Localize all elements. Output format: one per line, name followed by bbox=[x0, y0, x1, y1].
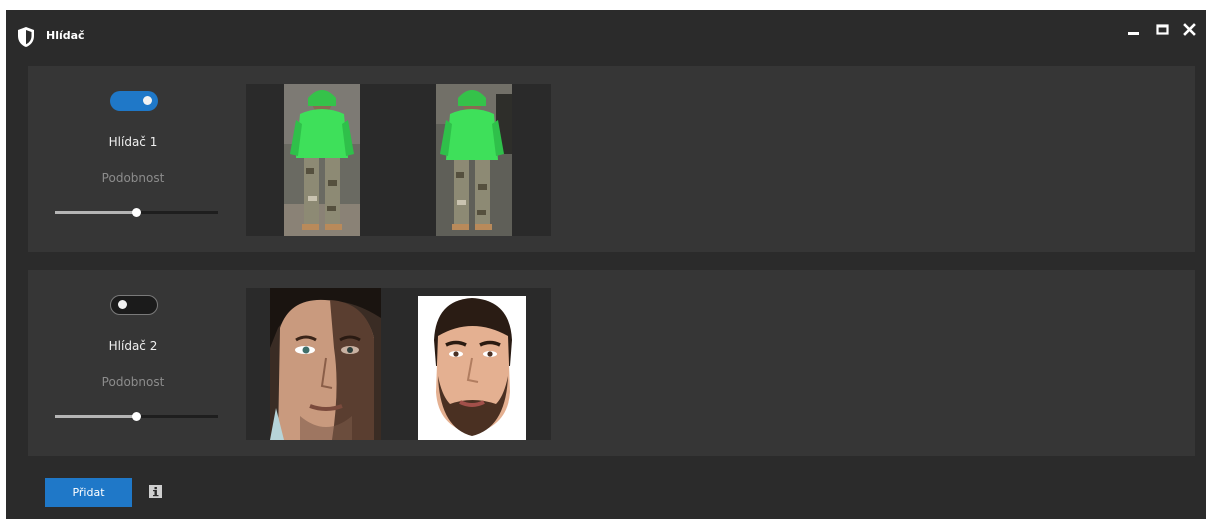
watcher-2-similarity-slider[interactable] bbox=[55, 410, 218, 424]
person-green-hoodie-photo[interactable] bbox=[436, 84, 512, 236]
watcher-panel-1: Hlídač 1 Podobnost bbox=[28, 66, 1195, 252]
toggle-knob bbox=[118, 300, 127, 309]
watcher-2-image-strip bbox=[246, 288, 551, 440]
shield-icon bbox=[18, 27, 34, 47]
app-window: Hlídač Hlídač 1 Podobnost Hlídač 2 Podob… bbox=[6, 10, 1206, 519]
slider-thumb[interactable] bbox=[131, 208, 141, 217]
close-icon[interactable] bbox=[1177, 18, 1201, 42]
face-photo[interactable] bbox=[418, 296, 526, 440]
watcher-1-similarity-slider[interactable] bbox=[55, 206, 218, 220]
maximize-icon[interactable] bbox=[1150, 18, 1174, 42]
slider-thumb[interactable] bbox=[131, 412, 141, 421]
watcher-1-similarity-label: Podobnost bbox=[101, 171, 165, 185]
app-title: Hlídač bbox=[46, 29, 85, 42]
add-button[interactable]: Přidat bbox=[45, 478, 132, 507]
watcher-1-image-strip bbox=[246, 84, 551, 236]
watcher-panel-2: Hlídač 2 Podobnost bbox=[28, 270, 1195, 456]
title-bar: Hlídač bbox=[6, 10, 1206, 58]
watcher-2-name: Hlídač 2 bbox=[108, 339, 158, 353]
person-green-hoodie-photo[interactable] bbox=[284, 84, 360, 236]
face-photo[interactable] bbox=[270, 288, 381, 440]
watcher-2-toggle[interactable] bbox=[110, 295, 158, 315]
slider-fill bbox=[55, 415, 137, 418]
watcher-1-name: Hlídač 1 bbox=[108, 135, 158, 149]
minimize-icon[interactable] bbox=[1121, 18, 1145, 42]
toggle-knob bbox=[143, 96, 152, 105]
watcher-1-toggle[interactable] bbox=[110, 91, 158, 111]
watcher-2-similarity-label: Podobnost bbox=[101, 375, 165, 389]
info-icon[interactable] bbox=[149, 485, 162, 498]
slider-fill bbox=[55, 211, 137, 214]
